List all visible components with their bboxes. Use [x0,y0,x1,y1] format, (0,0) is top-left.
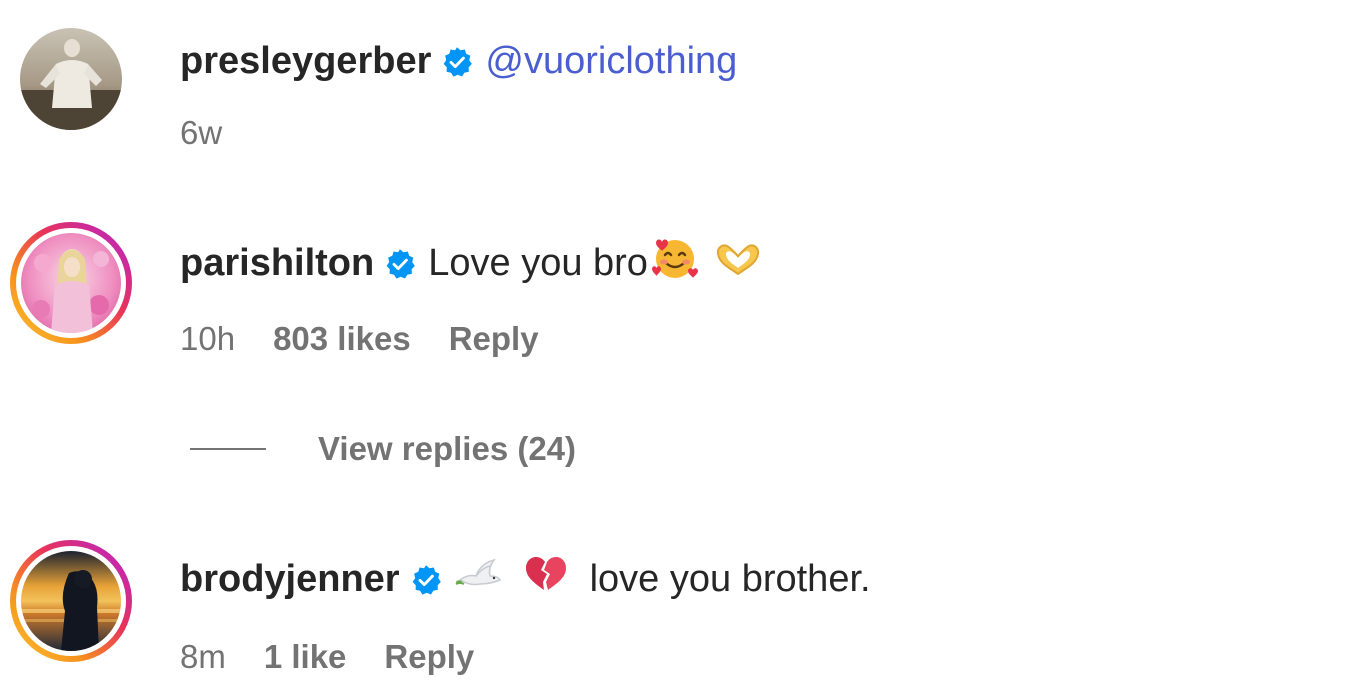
comment-text: love you brother. [589,557,871,600]
username[interactable]: brodyjenner [180,558,400,601]
likes-count[interactable]: 1 like [264,638,347,676]
comment-header: brodyjenner love you brother. [180,556,871,602]
reply-button[interactable]: Reply [384,638,474,676]
dove-icon [454,554,502,604]
timestamp: 8m [180,638,226,675]
broken-heart-icon [524,554,568,604]
comment-meta: 8m 1 like Reply [180,638,474,676]
avatar-story-ring[interactable] [10,540,132,662]
comment-brodyjenner: brodyjenner love you brother. 8m 1 like … [0,0,1372,686]
verified-badge-icon [410,563,442,595]
avatar-image [21,551,121,651]
